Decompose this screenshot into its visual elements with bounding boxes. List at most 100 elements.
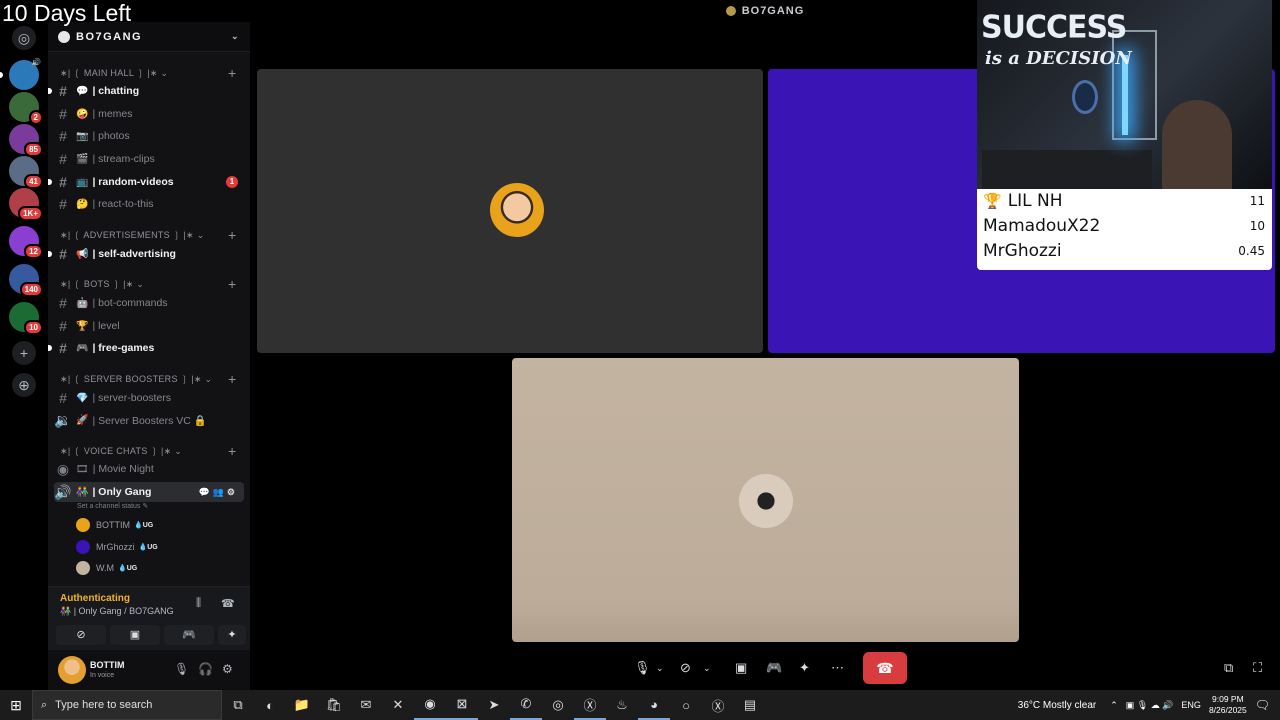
channel-emoji: 📺 bbox=[76, 176, 89, 188]
channel-stream-clips[interactable]: # 🎬 | stream-clips bbox=[54, 149, 244, 169]
channel-random-videos[interactable]: # 📺 | random-videos 1 bbox=[48, 172, 244, 192]
channel-photos[interactable]: # 📷 | photos bbox=[54, 126, 244, 146]
participant-tile[interactable] bbox=[257, 69, 763, 353]
streamer bbox=[1162, 100, 1232, 190]
start-button[interactable]: ⊞ bbox=[0, 697, 32, 714]
channel-status[interactable]: Set a channel status ✎ bbox=[77, 502, 148, 510]
category-advertisements[interactable]: ∗| ❲ ADVERTISEMENTS ❳ |∗ ⌄ + bbox=[60, 227, 236, 243]
microphone-icon[interactable]: 🎙 bbox=[174, 662, 189, 676]
clock[interactable]: 9:09 PM 8/26/2025 bbox=[1209, 694, 1247, 716]
more-icon[interactable]: ⋯ bbox=[831, 655, 844, 681]
channel-free-games[interactable]: # 🎮 | free-games bbox=[48, 338, 244, 358]
channel-bot-commands[interactable]: # 🤖 | bot-commands bbox=[54, 293, 244, 313]
camera-toggle-button[interactable]: ⊘ bbox=[680, 655, 691, 681]
taskbar-search[interactable]: ⌕ Type here to search bbox=[32, 690, 222, 720]
discover-icon[interactable]: ⊕ bbox=[12, 373, 36, 397]
task-view-icon[interactable]: ⧉ bbox=[222, 690, 254, 720]
soundboard-button[interactable]: ✦ bbox=[218, 625, 246, 645]
chevron-down-icon[interactable]: ⌄ bbox=[703, 655, 711, 681]
steam-icon[interactable]: ♨ bbox=[606, 690, 638, 720]
category-label: ∗| ❲ VOICE CHATS ❳ |∗ bbox=[60, 446, 172, 456]
server-icon-4[interactable]: 41 bbox=[9, 156, 43, 189]
app-icon[interactable]: ▤ bbox=[734, 690, 766, 720]
app-icon[interactable]: ✕ bbox=[382, 690, 414, 720]
file-explorer-icon[interactable]: 📁 bbox=[286, 690, 318, 720]
end-call-button[interactable]: ☎ bbox=[863, 652, 907, 684]
server-icon-6[interactable]: 12 bbox=[9, 226, 43, 259]
disconnect-icon[interactable]: ☎ bbox=[221, 597, 235, 610]
participant-tile[interactable] bbox=[512, 358, 1019, 642]
category-main-hall[interactable]: ∗| ❲ MAIN HALL ❳ |∗ ⌄ + bbox=[60, 65, 236, 81]
screen-share-button[interactable]: ▣ bbox=[735, 655, 747, 681]
fullscreen-icon[interactable]: ⛶ bbox=[1253, 655, 1262, 681]
category-server-boosters[interactable]: ∗| ❲ SERVER BOOSTERS ❳ |∗ ⌄ + bbox=[60, 371, 236, 387]
chevron-down-icon[interactable]: ⌄ bbox=[656, 655, 664, 681]
capcut-icon[interactable]: ⊠ bbox=[446, 690, 478, 720]
server-icon-7[interactable]: 140 bbox=[9, 264, 43, 297]
edge-icon[interactable]: ◐ bbox=[254, 690, 286, 720]
language-indicator[interactable]: ENG bbox=[1181, 700, 1201, 710]
channel-emoji: 🤔 bbox=[76, 198, 89, 210]
notifications-icon[interactable]: 🗨 bbox=[1255, 698, 1270, 712]
hash-icon: # bbox=[59, 174, 67, 190]
server-icon-1[interactable]: 🔊 bbox=[9, 58, 41, 90]
server-header[interactable]: BO7GANG ⌄ bbox=[48, 22, 250, 52]
xbox-icon[interactable]: Ⓧ bbox=[574, 690, 606, 720]
add-server-icon[interactable]: + bbox=[12, 341, 36, 365]
channel-movie-night[interactable]: ◉ 🎞 | Movie Night bbox=[54, 459, 244, 479]
activity-button[interactable]: 🎮 bbox=[164, 625, 214, 645]
channel-emoji: 💬 bbox=[76, 85, 89, 97]
mute-button[interactable]: 🎙 bbox=[634, 655, 651, 681]
stage-icon: ◉ bbox=[56, 460, 70, 477]
popout-icon[interactable]: ⧉ bbox=[1224, 655, 1233, 681]
channel-chatting[interactable]: # 💬 | chatting bbox=[48, 81, 244, 101]
xbox-app-icon[interactable]: Ⓧ bbox=[702, 690, 734, 720]
add-channel-icon[interactable]: + bbox=[228, 276, 236, 292]
server-icon-5[interactable]: 1K+ bbox=[9, 188, 43, 221]
headphones-icon[interactable]: 🎧 bbox=[198, 662, 213, 676]
add-channel-icon[interactable]: + bbox=[228, 443, 236, 459]
channel-server-boosters-vc[interactable]: 🔉 🚀 | Server Boosters VC 🔒 bbox=[54, 410, 244, 430]
server-icon-2[interactable]: 2 bbox=[9, 92, 43, 125]
obs-icon[interactable]: ○ bbox=[670, 690, 702, 720]
connection-location[interactable]: 👫 | Only Gang / BO7GANG bbox=[60, 606, 174, 617]
channel-self-advertising[interactable]: # 📢 | self-advertising bbox=[48, 244, 244, 264]
server-icon-8[interactable]: 10 bbox=[9, 302, 43, 335]
channel-label: | photos bbox=[92, 130, 130, 142]
discord-icon[interactable]: ◕ bbox=[638, 690, 670, 720]
camera-off-button[interactable]: ⊘ bbox=[56, 625, 106, 645]
add-channel-icon[interactable]: + bbox=[228, 227, 236, 243]
category-bots[interactable]: ∗| ❲ BOTS ❳ |∗ ⌄ + bbox=[60, 276, 236, 292]
avatar[interactable] bbox=[58, 656, 86, 684]
voice-user[interactable]: MrGhozzi 💧UG bbox=[76, 538, 158, 556]
category-voice-chats[interactable]: ∗| ❲ VOICE CHATS ❳ |∗ ⌄ + bbox=[60, 443, 236, 459]
add-channel-icon[interactable]: + bbox=[228, 65, 236, 81]
voice-user[interactable]: BOTTIM 💧UG bbox=[76, 516, 153, 534]
chrome-icon[interactable]: ◉ bbox=[414, 690, 446, 720]
activity-button[interactable]: 🎮 bbox=[766, 655, 782, 681]
chevron-up-icon[interactable]: ⌃ bbox=[1110, 700, 1118, 711]
channel-memes[interactable]: # 🤪 | memes bbox=[54, 104, 244, 124]
telegram-icon[interactable]: ➤ bbox=[478, 690, 510, 720]
soundboard-button[interactable]: ✦ bbox=[799, 655, 810, 681]
channel-server-boosters[interactable]: # 💎 | server-boosters bbox=[54, 388, 244, 408]
whatsapp-icon[interactable]: ✆ bbox=[510, 690, 542, 720]
screen-share-button[interactable]: ▣ bbox=[110, 625, 160, 645]
noise-suppression-icon[interactable]: ⫼ bbox=[196, 597, 201, 610]
server-icon-3[interactable]: 85 bbox=[9, 124, 43, 157]
channel-react-to-this[interactable]: # 🤔 | react-to-this bbox=[54, 194, 244, 214]
app-icon[interactable]: ◎ bbox=[542, 690, 574, 720]
settings-gear-icon[interactable]: ⚙ bbox=[222, 662, 233, 676]
channel-only-gang[interactable]: 🔊 👫 | Only Gang 💬👥⚙ bbox=[54, 482, 244, 502]
tray-icons[interactable]: ▣ 🎙 ☁ 🔊 bbox=[1126, 700, 1174, 711]
discord-home-icon[interactable]: ◎ bbox=[12, 26, 36, 50]
channel-label: | Server Boosters VC 🔒 bbox=[92, 414, 207, 427]
weather-widget[interactable]: 36°C Mostly clear bbox=[1018, 700, 1096, 711]
user-status: In voice bbox=[90, 672, 115, 679]
voice-user[interactable]: W.M 💧UG bbox=[76, 559, 137, 577]
store-icon[interactable]: 🛍 bbox=[318, 690, 350, 720]
add-channel-icon[interactable]: + bbox=[228, 371, 236, 387]
channel-level[interactable]: # 🏆 | level bbox=[54, 316, 244, 336]
channel-actions[interactable]: 💬👥⚙ bbox=[199, 487, 238, 498]
outlook-icon[interactable]: ✉ bbox=[350, 690, 382, 720]
